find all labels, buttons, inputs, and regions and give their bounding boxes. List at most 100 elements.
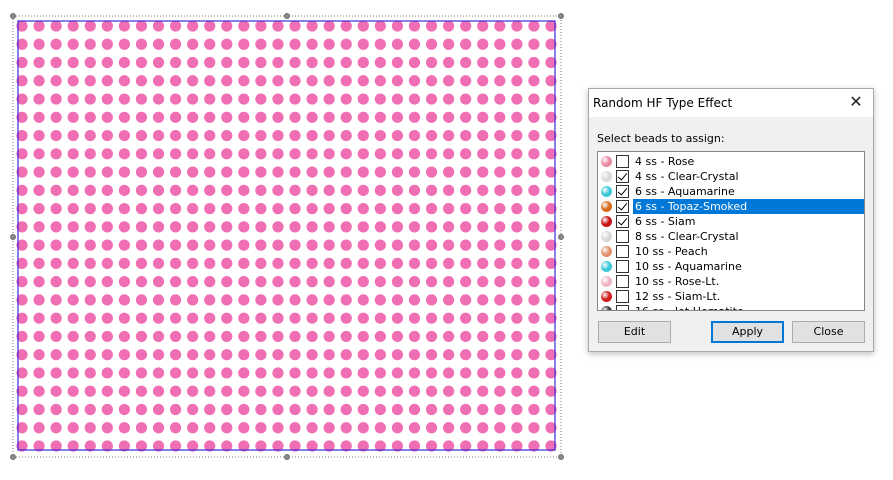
bead-checkbox[interactable] <box>616 275 629 288</box>
bead-checkbox[interactable] <box>616 155 629 168</box>
rhinestone-dot <box>255 56 267 69</box>
rhinestone-dot <box>84 111 96 123</box>
bead-list-item[interactable]: 10 ss - Aquamarine <box>598 259 864 274</box>
bead-list-item[interactable]: 6 ss - Aquamarine <box>598 184 864 199</box>
rhinestone-dot <box>306 56 318 69</box>
rhinestone-dot <box>221 20 233 32</box>
rhinestone-dot <box>67 239 79 251</box>
rhinestone-dot <box>135 56 148 69</box>
resize-handle-bottom-right[interactable] <box>558 454 564 460</box>
rhinestone-dot <box>221 294 233 306</box>
bead-list-item[interactable]: 10 ss - Peach <box>598 244 864 259</box>
rhinestone-dot <box>169 403 182 416</box>
dialog-titlebar[interactable]: Random HF Type Effect ✕ <box>589 89 873 117</box>
bead-checkbox[interactable] <box>616 230 629 243</box>
close-icon[interactable]: ✕ <box>847 93 865 111</box>
rhinestone-dot <box>391 166 404 178</box>
rhinestone-dot <box>135 294 148 306</box>
rhinestone-dot <box>494 166 506 178</box>
bead-list-item[interactable]: 10 ss - Rose-Lt. <box>598 274 864 289</box>
resize-handle-bottom-middle[interactable] <box>284 454 290 460</box>
bead-label: 4 ss - Rose <box>635 155 695 168</box>
rhinestone-dot <box>528 129 540 142</box>
rhinestone-dot <box>340 203 352 215</box>
design-canvas[interactable] <box>0 0 580 480</box>
rhinestone-dot <box>306 257 318 269</box>
rhinestone-dot <box>238 403 250 416</box>
rhinestone-dot <box>425 367 438 379</box>
rhinestone-dot <box>152 203 165 215</box>
bead-checkbox[interactable] <box>616 185 629 198</box>
rhinestone-dot <box>101 75 113 87</box>
resize-handle-middle-left[interactable] <box>10 234 16 240</box>
rhinestone-dot <box>272 75 284 87</box>
resize-handle-top-middle[interactable] <box>284 13 290 19</box>
rhinestone-dot <box>101 20 113 32</box>
bead-jet-hematite-icon <box>601 306 612 310</box>
bead-list-item[interactable]: 6 ss - Siam <box>598 214 864 229</box>
rhinestone-dot <box>204 276 216 288</box>
close-button[interactable]: Close <box>792 321 865 343</box>
rhinestone-dot <box>50 257 62 269</box>
bead-checklist[interactable]: 4 ss - Rose 4 ss - Clear-Crystal 6 ss - Aq… <box>597 151 865 311</box>
rhinestone-dot <box>391 148 404 160</box>
rhinestone-dot <box>33 239 45 251</box>
bead-list-item[interactable]: 16 ss - Jet Hematite <box>598 304 864 310</box>
rhinestone-dot <box>169 257 182 269</box>
rhinestone-dot <box>391 312 404 324</box>
rhinestone-dot <box>323 422 335 434</box>
rhinestone-dot <box>187 367 199 379</box>
bead-checkbox[interactable] <box>616 245 629 258</box>
rhinestone-dot <box>272 330 284 343</box>
rhinestone-dot <box>169 38 182 50</box>
rhinestone-dot <box>152 75 165 87</box>
rhinestone-dot <box>152 312 165 324</box>
resize-handle-bottom-left[interactable] <box>10 454 16 460</box>
bead-checkbox[interactable] <box>616 200 629 213</box>
rhinestone-dot <box>33 349 45 361</box>
rhinestone-dot <box>272 93 284 105</box>
resize-handle-top-left[interactable] <box>10 13 16 19</box>
rhinestone-dot <box>511 294 523 306</box>
apply-button[interactable]: Apply <box>711 321 784 343</box>
rhinestone-dot <box>391 257 404 269</box>
rhinestone-dot <box>494 184 506 196</box>
bead-list-item[interactable]: 4 ss - Rose <box>598 154 864 169</box>
rhinestone-dot <box>391 367 404 379</box>
rhinestone-dot <box>289 129 301 142</box>
bead-checkbox[interactable] <box>616 260 629 273</box>
bead-rose-lt-icon <box>601 276 612 287</box>
bead-list-item[interactable]: 12 ss - Siam-Lt. <box>598 289 864 304</box>
rhinestone-dot <box>118 349 130 361</box>
rhinestone-dot <box>494 239 506 251</box>
bead-checkbox[interactable] <box>616 305 629 310</box>
rhinestone-dot <box>357 148 369 160</box>
rhinestone-dot <box>187 148 199 160</box>
bead-list-item[interactable]: 4 ss - Clear-Crystal <box>598 169 864 184</box>
rhinestone-dot <box>306 349 318 361</box>
edit-button[interactable]: Edit <box>598 321 671 343</box>
rhinestone-dot <box>221 75 233 87</box>
rhinestone-dot <box>255 93 267 105</box>
bead-checkbox[interactable] <box>616 290 629 303</box>
rhinestone-dot <box>84 257 96 269</box>
rhinestone-dot <box>425 349 438 361</box>
resize-handle-top-right[interactable] <box>558 13 564 19</box>
rhinestone-dot <box>340 75 352 87</box>
bead-checkbox[interactable] <box>616 170 629 183</box>
rhinestone-dot <box>443 276 455 288</box>
rhinestone-dot <box>204 93 216 105</box>
rhinestone-dot <box>255 166 267 178</box>
rhinestone-dot <box>255 148 267 160</box>
bead-list-item[interactable]: 6 ss - Topaz-Smoked <box>598 199 864 214</box>
rhinestone-dot <box>50 294 62 306</box>
rhinestone-dot <box>425 93 438 105</box>
rhinestone-dot <box>340 312 352 324</box>
bead-checkbox[interactable] <box>616 215 629 228</box>
rhinestone-dot <box>425 385 438 397</box>
rhinestone-dot <box>67 330 79 343</box>
bead-list-item[interactable]: 8 ss - Clear-Crystal <box>598 229 864 244</box>
design-frame <box>17 20 556 451</box>
resize-handle-middle-right[interactable] <box>558 234 564 240</box>
rhinestone-dot <box>460 294 472 306</box>
